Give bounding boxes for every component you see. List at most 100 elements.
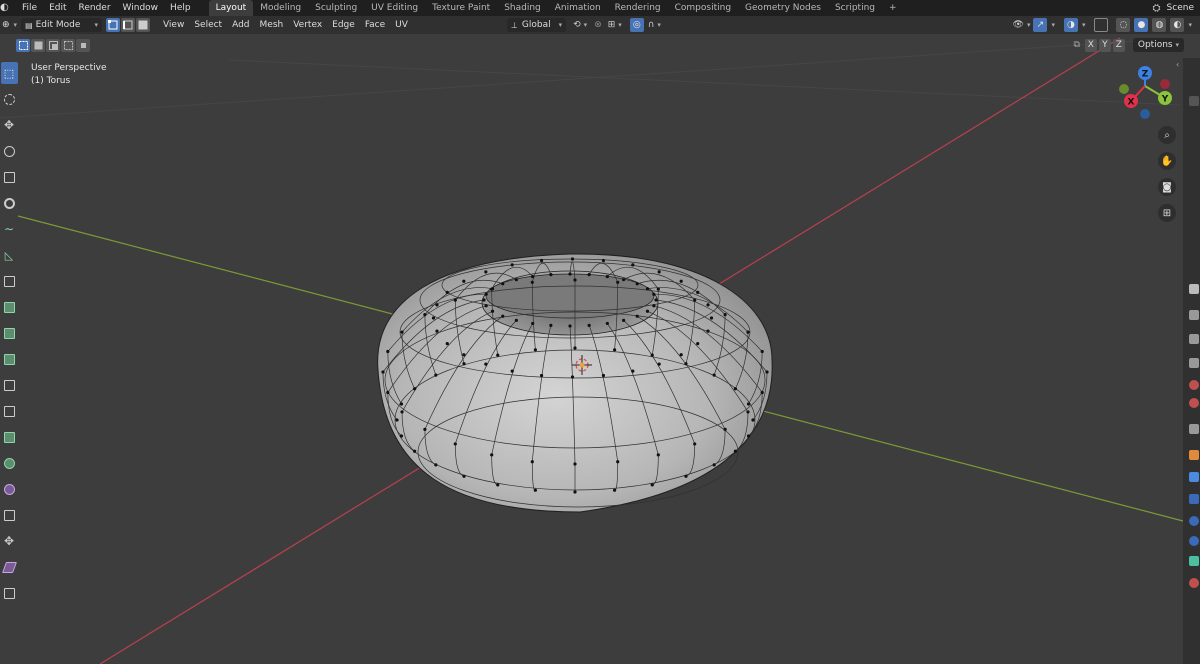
tab-texture-paint[interactable]: Texture Paint — [425, 0, 497, 16]
add-workspace-button[interactable]: + — [882, 0, 904, 16]
menu-render[interactable]: Render — [73, 3, 117, 13]
rotate-tool[interactable] — [1, 140, 18, 162]
menu-select[interactable]: Select — [189, 20, 227, 30]
extrude-tool[interactable] — [1, 296, 18, 318]
tab-sculpting[interactable]: Sculpting — [308, 0, 364, 16]
cursor-tool[interactable] — [1, 88, 18, 110]
xray-toggle-icon[interactable] — [1094, 18, 1109, 32]
select-extend-icon[interactable] — [31, 39, 45, 52]
tab-modeling[interactable]: Modeling — [253, 0, 308, 16]
inset-tool[interactable] — [1, 322, 18, 344]
transform-tool[interactable] — [1, 192, 18, 214]
tab-geometry-nodes[interactable]: Geometry Nodes — [738, 0, 828, 16]
camera-icon[interactable]: ◙ — [1158, 178, 1176, 196]
scale-tool[interactable] — [1, 166, 18, 188]
texture-tab-icon[interactable] — [1189, 424, 1199, 434]
gizmo-toggle-icon[interactable]: ↗ — [1033, 18, 1048, 32]
3d-viewport[interactable] — [0, 0, 1200, 664]
select-intersect-icon[interactable] — [76, 39, 90, 52]
wireframe-shading-icon[interactable]: ◌ — [1116, 18, 1131, 32]
view-layer-tab-icon[interactable] — [1189, 334, 1199, 344]
scene-selector[interactable]: Scene — [1167, 3, 1194, 13]
rip-tool[interactable] — [1, 582, 18, 604]
select-invert-icon[interactable] — [61, 39, 75, 52]
snap-icon[interactable]: ⊗ — [594, 20, 602, 30]
constraints-tab-icon[interactable] — [1189, 536, 1199, 546]
material-shading-icon[interactable]: ◍ — [1152, 18, 1167, 32]
spin-tool[interactable] — [1, 452, 18, 474]
vertex-select-button[interactable] — [105, 18, 120, 32]
proportional-edit-icon[interactable]: ◎ — [629, 18, 644, 32]
tab-uv-editing[interactable]: UV Editing — [364, 0, 425, 16]
editor-type-dropdown[interactable]: ⊕ ▾ — [0, 18, 19, 32]
knife-tool[interactable] — [1, 400, 18, 422]
snap-increment-icon[interactable]: ⊞ — [608, 20, 616, 30]
overlay-toggle-icon[interactable]: ◑ — [1063, 18, 1078, 32]
mirror-y-button[interactable]: Y — [1098, 38, 1111, 52]
menu-vertex[interactable]: Vertex — [288, 20, 327, 30]
add-cube-tool[interactable] — [1, 270, 18, 292]
select-subtract-icon[interactable] — [46, 39, 60, 52]
zoom-icon[interactable]: ⌕ — [1158, 126, 1176, 144]
options-dropdown[interactable]: Options ▾ — [1132, 38, 1184, 52]
tab-layout[interactable]: Layout — [208, 0, 254, 16]
smooth-tool[interactable] — [1, 478, 18, 500]
physics-tab-icon[interactable] — [1189, 516, 1199, 526]
material-tab-icon[interactable] — [1189, 578, 1199, 588]
tab-scripting[interactable]: Scripting — [828, 0, 882, 16]
falloff-icon[interactable]: ∩ — [648, 20, 655, 30]
face-select-button[interactable] — [135, 18, 150, 32]
menu-add[interactable]: Add — [227, 20, 254, 30]
transform-orientation-dropdown[interactable]: ⊥ Global ▾ — [506, 18, 567, 32]
edge-select-button[interactable] — [120, 18, 135, 32]
menu-view[interactable]: View — [158, 20, 189, 30]
solid-shading-icon[interactable]: ● — [1134, 18, 1149, 32]
grid-icon[interactable]: ⊞ — [1158, 204, 1176, 222]
tab-shading[interactable]: Shading — [497, 0, 548, 16]
world-tab-icon[interactable] — [1189, 380, 1199, 390]
select-box-tool[interactable]: ⬚ — [0, 62, 18, 84]
measure-tool[interactable]: ◺ — [1, 244, 18, 266]
visibility-icon[interactable]: 👁 — [1013, 20, 1024, 30]
annotate-tool[interactable]: ∼ — [1, 218, 18, 240]
tab-compositing[interactable]: Compositing — [668, 0, 738, 16]
modifier-tab-icon[interactable] — [1189, 472, 1199, 482]
menu-uv[interactable]: UV — [390, 20, 413, 30]
collection-tab-icon[interactable] — [1189, 398, 1199, 408]
mirror-z-button[interactable]: Z — [1112, 38, 1125, 52]
menu-face[interactable]: Face — [360, 20, 390, 30]
menu-mesh[interactable]: Mesh — [255, 20, 289, 30]
mode-dropdown[interactable]: ▤ Edit Mode ▾ — [21, 18, 102, 32]
poly-build-tool[interactable] — [1, 426, 18, 448]
bevel-tool[interactable] — [1, 348, 18, 370]
move-tool[interactable]: ✥ — [1, 114, 18, 136]
tab-rendering[interactable]: Rendering — [608, 0, 668, 16]
shear-tool[interactable] — [1, 556, 18, 578]
select-new-icon[interactable] — [16, 39, 30, 52]
tool-tab-icon[interactable] — [1189, 96, 1199, 106]
sidebar-toggle[interactable]: ‹ — [1176, 60, 1182, 80]
scene-icon[interactable]: ⛭ — [1153, 3, 1161, 14]
hand-icon[interactable]: ✋ — [1158, 152, 1176, 170]
render-tab-icon[interactable] — [1189, 284, 1199, 294]
data-tab-icon[interactable] — [1189, 556, 1199, 566]
object-tab-icon[interactable] — [1189, 450, 1199, 460]
scene-tab-icon[interactable] — [1189, 358, 1199, 368]
particles-tab-icon[interactable] — [1189, 494, 1199, 504]
loop-cut-tool[interactable] — [1, 374, 18, 396]
navigation-gizmo[interactable]: Z Y X — [1110, 62, 1180, 132]
pivot-icon[interactable]: ⟲ — [573, 20, 581, 30]
menu-file[interactable]: File — [16, 3, 43, 13]
blender-logo-icon[interactable]: ◐ — [0, 2, 14, 14]
loop-cut-icon — [3, 379, 15, 391]
menu-help[interactable]: Help — [164, 3, 197, 13]
rendered-shading-icon[interactable]: ◐ — [1170, 18, 1185, 32]
menu-edge[interactable]: Edge — [327, 20, 360, 30]
mirror-x-button[interactable]: X — [1084, 38, 1097, 52]
menu-edit[interactable]: Edit — [43, 3, 72, 13]
output-tab-icon[interactable] — [1189, 310, 1199, 320]
tab-animation[interactable]: Animation — [548, 0, 608, 16]
shrink-fatten-tool[interactable]: ✥ — [1, 530, 18, 552]
menu-window[interactable]: Window — [117, 3, 165, 13]
edge-slide-tool[interactable] — [1, 504, 18, 526]
